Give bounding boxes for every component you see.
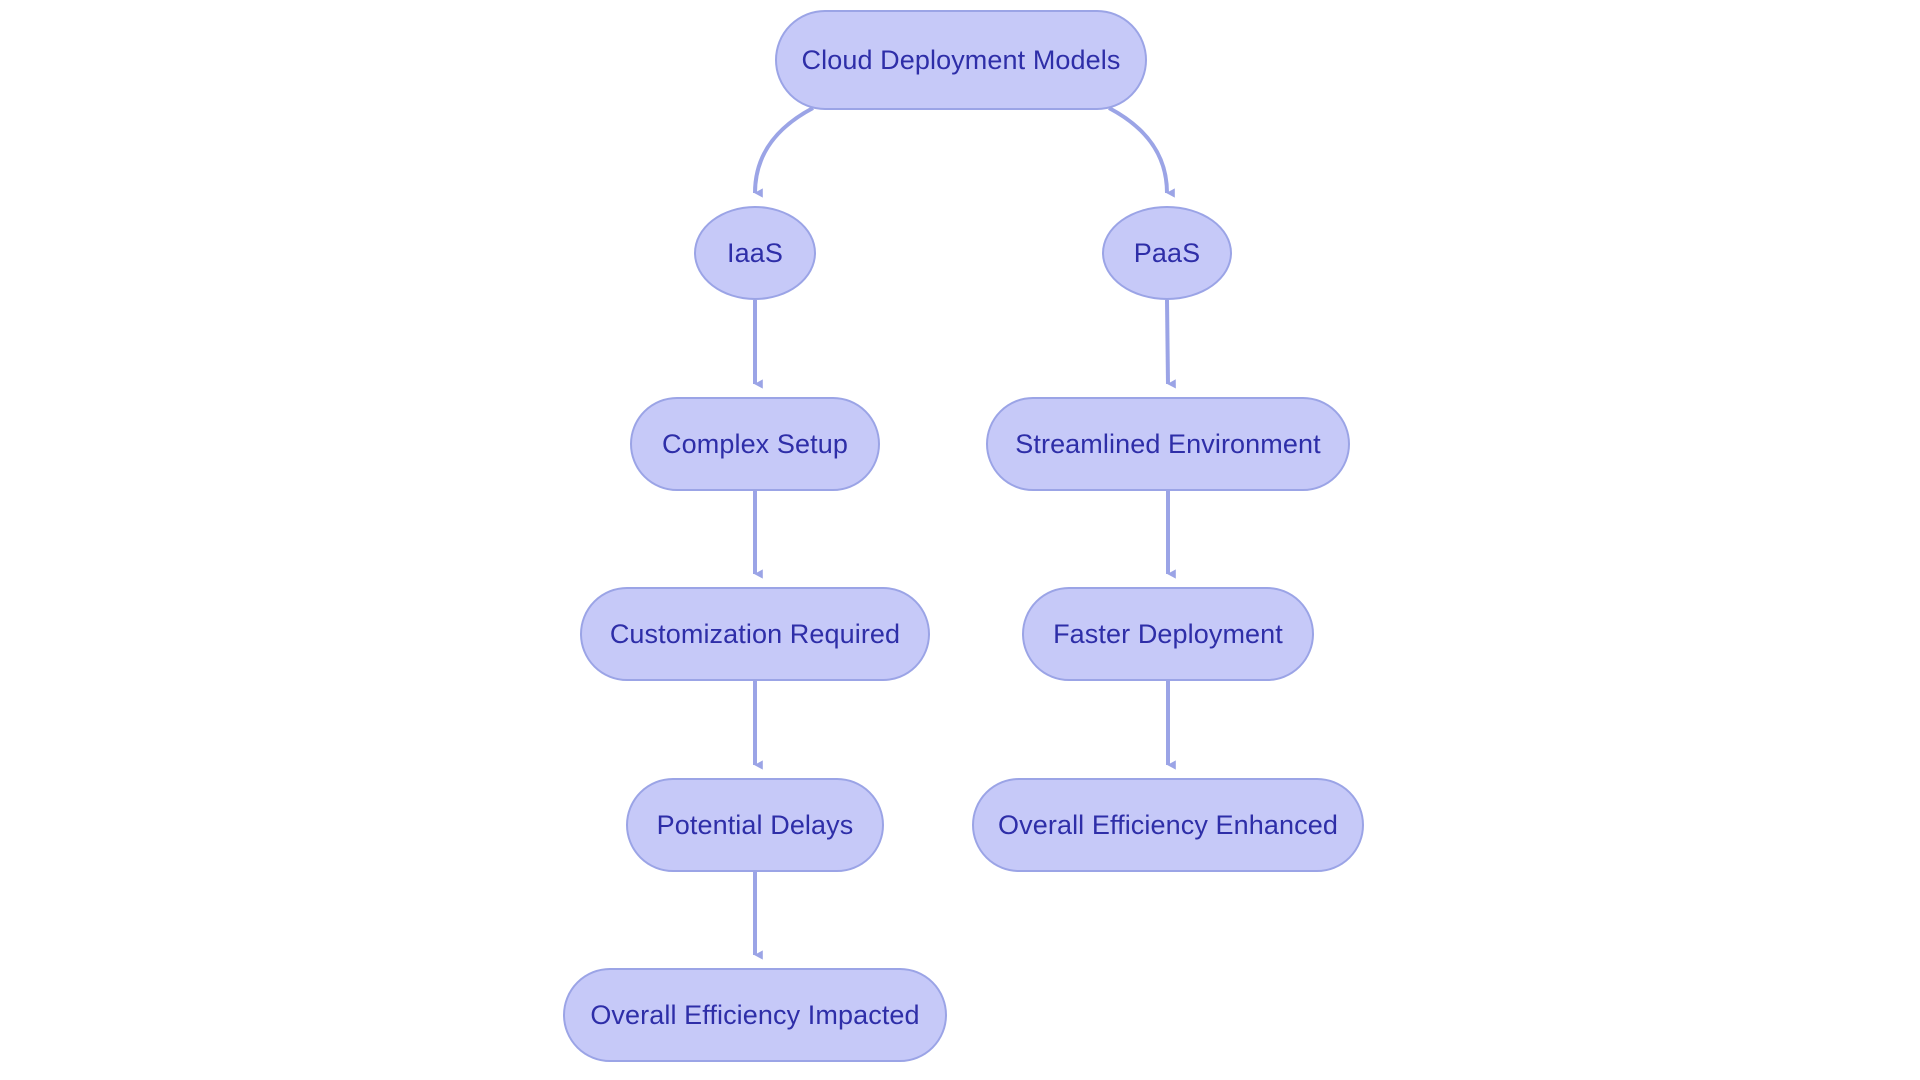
node-cloud-deployment-models[interactable]: Cloud Deployment Models bbox=[775, 10, 1147, 110]
edge-paas-to-streamlined_env bbox=[1165, 299, 1176, 389]
node-iaas[interactable]: IaaS bbox=[694, 206, 816, 300]
node-customization-required[interactable]: Customization Required bbox=[580, 587, 930, 681]
node-label: Complex Setup bbox=[662, 428, 848, 459]
node-complex-setup[interactable]: Complex Setup bbox=[630, 397, 880, 491]
node-label: Customization Required bbox=[609, 618, 901, 649]
edge-root-to-iaas bbox=[753, 106, 814, 198]
node-label: Faster Deployment bbox=[1053, 618, 1283, 649]
node-label: IaaS bbox=[727, 237, 783, 268]
node-overall-efficiency-impacted[interactable]: Overall Efficiency Impacted bbox=[563, 968, 947, 1062]
node-label: Cloud Deployment Models bbox=[801, 44, 1121, 75]
node-streamlined-environment[interactable]: Streamlined Environment bbox=[986, 397, 1350, 491]
node-overall-efficiency-enhanced[interactable]: Overall Efficiency Enhanced bbox=[972, 778, 1364, 872]
node-potential-delays[interactable]: Potential Delays bbox=[626, 778, 884, 872]
node-paas[interactable]: PaaS bbox=[1102, 206, 1232, 300]
node-label: Streamlined Environment bbox=[1015, 428, 1321, 459]
node-label: Overall Efficiency Impacted bbox=[590, 999, 920, 1030]
edge-layer bbox=[753, 106, 1176, 960]
node-faster-deployment[interactable]: Faster Deployment bbox=[1022, 587, 1314, 681]
node-label: Potential Delays bbox=[656, 809, 854, 840]
edge-root-to-paas bbox=[1108, 106, 1175, 198]
node-label: PaaS bbox=[1133, 237, 1201, 268]
node-label: Overall Efficiency Enhanced bbox=[998, 809, 1338, 840]
flowchart-canvas: Cloud Deployment Models IaaS PaaS Comple… bbox=[0, 0, 1920, 1080]
